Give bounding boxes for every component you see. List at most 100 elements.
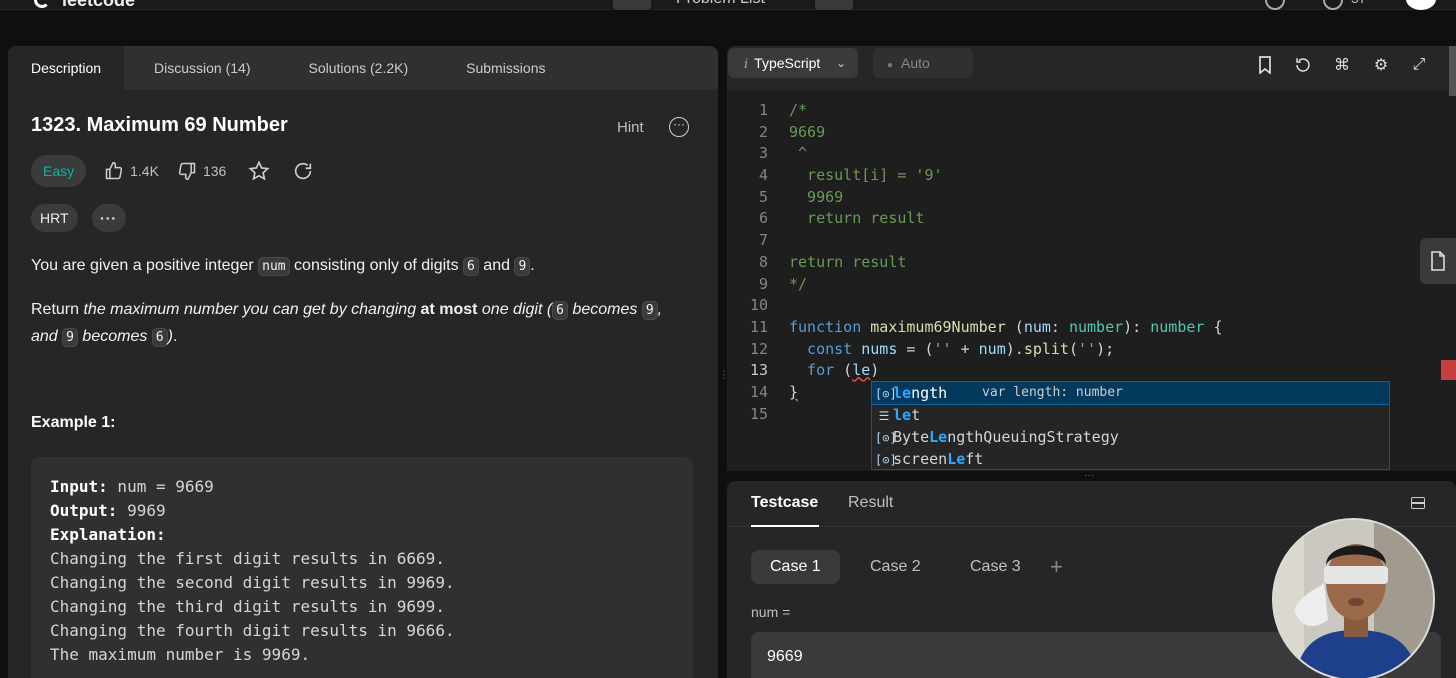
share-icon[interactable] [292,160,314,182]
tab-submissions[interactable]: Submissions [436,46,568,90]
editor-toolbar: i TypeScript ⌄ ● Auto ⌘ ⚙ ⤢ [727,46,1456,90]
code-line: 4 result[i] = '9' [758,166,943,185]
case-3-button[interactable]: Case 3 [951,550,1040,584]
timer-icon[interactable] [1265,0,1285,10]
tab-description[interactable]: Description [8,46,125,90]
bookmark-icon[interactable] [1255,55,1275,75]
active-tab-indicator [751,525,819,527]
example-explanation-label: Explanation: [50,525,166,544]
problem-title: 1323. Maximum 69 Number [31,114,288,136]
hint-button[interactable]: Hint [617,119,644,136]
example-output: Output: 9969 [50,501,166,520]
streak-icon[interactable] [1323,0,1343,10]
example-title: Example 1: [31,414,116,431]
vertical-resize-handle[interactable]: ⋮ [719,370,729,390]
suggestion-item[interactable]: [⊙]length var length: number [871,381,1390,405]
chevron-down-icon: ⌄ [835,56,846,70]
code-line: 5 9969 [758,187,844,206]
like-count: 1.4K [130,163,159,179]
inline-code: 6 [463,257,479,276]
code-line-current: 13 for (le) [749,361,880,380]
thumbs-up-icon [105,161,123,180]
status-dot-icon: ● [887,60,894,71]
inline-code: 9 [62,328,78,347]
tab-testcase[interactable]: Testcase [751,494,818,512]
logo-text[interactable]: leetcode [62,0,135,11]
tab-solutions[interactable]: Solutions (2.2K) [279,46,437,90]
variable-icon: [⊙] [875,431,897,445]
code-line: 11 function maximum69Number (num: number)… [749,317,1223,336]
auto-mode-button[interactable]: ● Auto [873,48,973,78]
description-paragraph-1: You are given a positive integer num con… [31,257,535,276]
language-select[interactable]: i TypeScript ⌄ [728,48,858,78]
keyword-icon: ☰ [878,409,890,423]
like-button[interactable]: 1.4K [104,161,159,181]
explanation-line: Changing the first digit results in 6669… [50,549,445,568]
error-scroll-marker [1441,360,1456,380]
problem-list-link[interactable]: Problem List [676,0,765,8]
inline-code: 9 [514,257,531,276]
tag-row: HRT ··· [31,204,140,232]
dislike-button[interactable]: 136 [177,161,226,181]
next-problem-button[interactable] [815,0,853,10]
suggestion-item[interactable]: [⊙]screenLeft [872,448,1389,470]
more-tags-button[interactable]: ··· [91,204,126,232]
expand-icon[interactable]: ⤢ [1409,55,1429,75]
webcam-overlay [1272,518,1435,678]
code-line: 1/* [758,101,808,119]
dislike-count: 136 [202,163,227,179]
explanation-line: Changing the fourth digit results in 966… [50,621,455,640]
example-block: Input: num = 9669 Output: 9969 Explanati… [31,457,693,678]
editor-scrollbar[interactable] [1449,46,1456,96]
description-panel: Description Discussion (14) Solutions (2… [8,46,718,678]
description-paragraph-2: Return the maximum number you can get by… [31,301,663,347]
inline-code: num [258,257,290,276]
code-line: 9 */ [758,274,808,293]
info-icon: i [744,57,749,72]
layout-icon[interactable] [1411,497,1425,509]
code-line: 10 [749,296,768,315]
inline-code: 9 [641,301,658,320]
tab-result[interactable]: Result [848,494,893,512]
webcam-person-image [1274,520,1433,678]
difficulty-badge: Easy [31,155,87,187]
code-line: 12 const nums = ('' + num).split(''); [749,339,1115,358]
explanation-line: The maximum number is 9969. [50,645,311,664]
variable-icon: [⊙] [875,453,897,467]
favorite-star-icon[interactable] [248,160,270,182]
company-tag[interactable]: HRT [31,204,78,232]
add-case-button[interactable]: + [1050,550,1063,584]
settings-gear-icon[interactable]: ⚙ [1371,55,1391,75]
code-line: 6 return result [758,209,925,228]
thumbs-down-icon [178,162,196,181]
prev-problem-button[interactable] [613,0,651,10]
notes-file-icon[interactable] [1420,238,1456,284]
variable-icon: [⊙] [875,387,897,401]
code-area[interactable]: 1/* 2 9669 3 ^ 4 result[i] = '9' 5 9969 6… [727,100,1456,425]
avatar[interactable] [1406,0,1436,10]
leetcode-logo-icon[interactable] [34,0,50,8]
reset-icon[interactable] [1293,55,1313,75]
problem-meta-row: Easy 1.4K 136 [31,155,314,187]
code-line: 7 [758,231,768,250]
example-input: Input: num = 9669 [50,477,214,496]
description-tabs: Description Discussion (14) Solutions (2… [8,46,718,90]
horizontal-resize-handle[interactable]: ··· [1084,470,1094,481]
case-2-button[interactable]: Case 2 [851,550,940,584]
more-options-icon[interactable]: ··· [669,117,689,137]
shortcuts-icon[interactable]: ⌘ [1332,55,1352,75]
inline-code: 6 [552,301,568,320]
streak-count: 57 [1351,0,1367,6]
autocomplete-dropdown: [⊙]length var length: number ☰ let [⊙]Byte… [871,381,1390,470]
tab-discussion[interactable]: Discussion (14) [124,46,278,90]
param-label: num = [751,604,791,620]
explanation-line: Changing the third digit results in 9699… [50,597,445,616]
inline-code: 6 [151,328,168,347]
suggestion-item[interactable]: ☰ let [872,404,1389,426]
suggestion-item[interactable]: [⊙]ByteLengthQueuingStrategy [872,426,1389,448]
explanation-line: Changing the second digit results in 996… [50,573,455,592]
code-line: 3 ^ [758,144,808,163]
case-1-button[interactable]: Case 1 [751,550,840,584]
code-line: 8 return result [758,252,907,271]
code-line: 2 9669 [758,122,826,141]
